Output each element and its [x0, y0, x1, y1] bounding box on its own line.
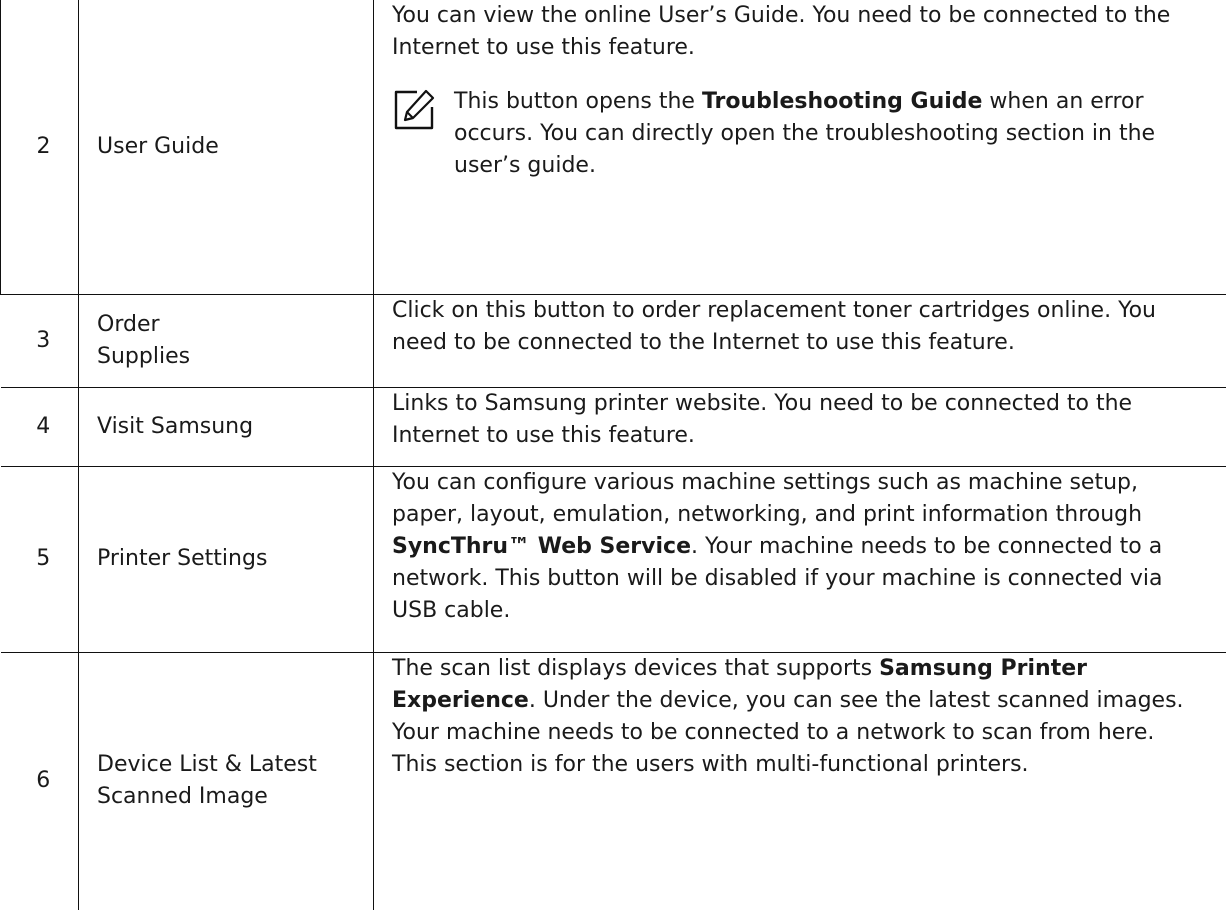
row-name-segment: & — [217, 752, 249, 778]
note-block: This button opens the Troubleshooting Gu… — [392, 86, 1207, 182]
note-text: This button opens the Troubleshooting Gu… — [454, 86, 1207, 182]
description-segment: SyncThru™ Web Service — [392, 533, 691, 559]
description-segment: Links to Samsung printer website. You ne… — [392, 390, 1133, 448]
row-name: Order Supplies — [78, 294, 374, 388]
description-paragraph: You can view the online User’s Guide. Yo… — [392, 0, 1207, 64]
description-segment: You can configure various machine settin… — [392, 469, 1143, 527]
table-row: 6 Device List & Latest Scanned Image The s… — [0, 652, 1226, 910]
description-segment: Click on this button to order replacemen… — [392, 297, 1156, 355]
row-description: Links to Samsung printer website. You ne… — [373, 387, 1226, 467]
table-row: 4 Visit Samsung Links to Samsung printer w… — [0, 387, 1226, 467]
description-segment: You can view the online User’s Guide. Yo… — [392, 3, 1171, 60]
row-description: The scan list displays devices that supp… — [374, 652, 1226, 910]
row-number: 6 — [0, 652, 79, 910]
table-row: 5 Printer Settings You can configure vario… — [0, 466, 1226, 653]
row-name-segment: Device List — [97, 752, 218, 778]
row-description: Click on this button to order replacemen… — [373, 294, 1226, 388]
row-number: 2 — [0, 0, 79, 295]
row-description: You can view the online User’s Guide. Yo… — [373, 0, 1226, 295]
row-name: Visit Samsung — [78, 387, 374, 467]
note-segment: Troubleshooting Guide — [701, 89, 983, 114]
row-number: 5 — [0, 466, 79, 653]
description-segment: The scan list displays devices that supp… — [392, 655, 880, 681]
row-name: Printer Settings — [78, 466, 374, 653]
row-description: You can configure various machine settin… — [373, 466, 1226, 653]
table-row: 2 User Guide You can view the online User’… — [0, 0, 1226, 295]
row-name: User Guide — [78, 0, 374, 295]
description-paragraph: The scan list displays devices that supp… — [392, 653, 1207, 749]
row-name: Device List & Latest Scanned Image — [78, 652, 374, 910]
row-number: 3 — [0, 294, 79, 388]
description-paragraph: Click on this button to order replacemen… — [392, 295, 1207, 359]
feature-table: 2 User Guide You can view the online User’… — [0, 0, 1226, 910]
description-paragraph: You can configure various machine settin… — [392, 467, 1207, 627]
row-number: 4 — [0, 387, 79, 467]
description-paragraph: Links to Samsung printer website. You ne… — [392, 388, 1207, 452]
feature-table-body: 2 User Guide You can view the online User’… — [0, 0, 1226, 910]
note-pencil-icon — [394, 89, 435, 130]
table-row: 3 Order Supplies Click on this button to o… — [0, 294, 1226, 388]
description-extra-paragraph: This section is for the users with multi… — [392, 751, 1029, 777]
note-segment: This button opens the — [454, 89, 702, 114]
